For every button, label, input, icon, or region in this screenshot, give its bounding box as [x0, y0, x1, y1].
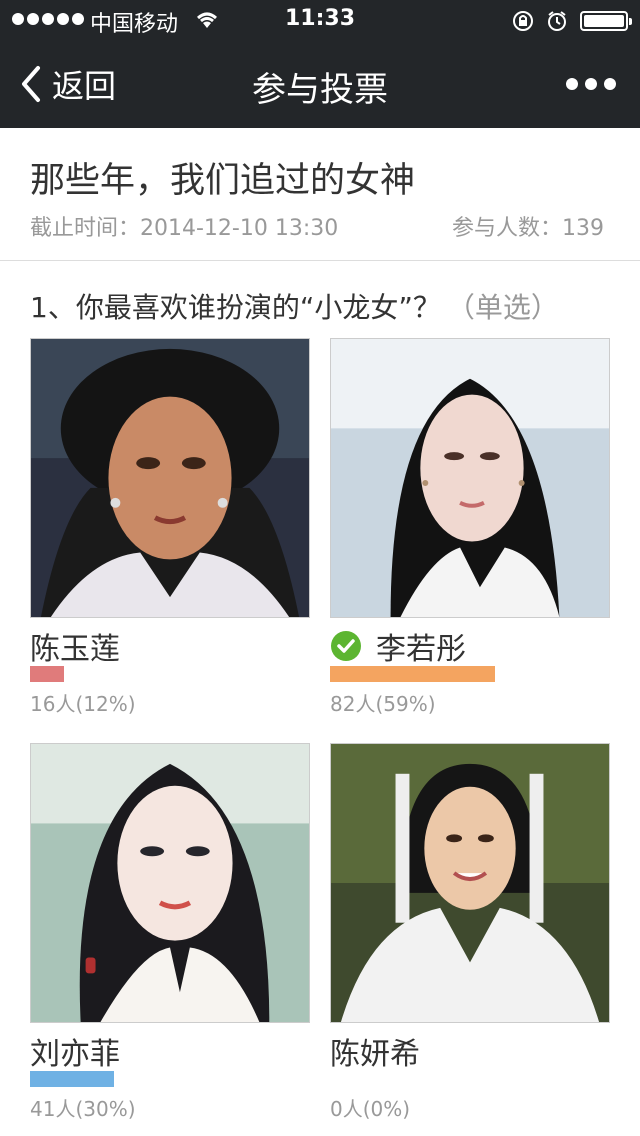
battery-icon — [580, 11, 632, 31]
option-label: 陈玉莲 — [30, 624, 120, 668]
more-icon-dot — [585, 78, 597, 90]
option-label: 陈妍希 — [330, 1029, 420, 1073]
page-title: 参与投票 — [252, 70, 388, 110]
portrait-image — [331, 744, 609, 1022]
nav-bar: 返回 参与投票 — [0, 40, 640, 128]
option-name: 陈妍希 — [330, 1037, 420, 1072]
more-icon-dot — [604, 78, 616, 90]
top-bar: 中国移动 11:33 返回 参与投票 — [0, 0, 640, 128]
status-time: 11:33 — [284, 6, 356, 31]
check-circle-icon — [331, 631, 361, 661]
option-name: 刘亦菲 — [30, 1037, 120, 1072]
participant-count: 参与人数：139 — [452, 216, 604, 241]
option-photo[interactable] — [330, 743, 610, 1023]
question-title: 1、你最喜欢谁扮演的“小龙女”？ （单选） — [30, 286, 559, 326]
result-bar — [30, 1071, 114, 1087]
option-photo[interactable] — [330, 338, 610, 618]
vote-title: 那些年，我们追过的女神 — [30, 161, 416, 201]
question-type: （单选） — [446, 291, 559, 324]
result-bar — [30, 666, 64, 682]
portrait-image — [31, 744, 309, 1022]
option-photo[interactable] — [30, 743, 310, 1023]
more-options-button[interactable] — [566, 76, 616, 92]
result-text: 0人(0%) — [330, 1097, 411, 1121]
portrait-image — [331, 339, 609, 617]
more-icon-dot — [566, 78, 578, 90]
divider — [0, 260, 640, 261]
question-text: 1、你最喜欢谁扮演的“小龙女”？ — [30, 291, 441, 324]
option-label: 李若彤 — [330, 624, 466, 668]
option-name: 陈玉莲 — [30, 632, 120, 667]
portrait-image — [31, 339, 309, 617]
option-photo[interactable] — [30, 338, 310, 618]
result-text: 41人(30%) — [30, 1097, 136, 1121]
result-bar — [330, 666, 496, 682]
alarm-icon — [548, 11, 566, 31]
option-label: 刘亦菲 — [30, 1029, 120, 1073]
result-text: 16人(12%) — [30, 692, 136, 716]
status-bar: 中国移动 11:33 — [0, 0, 640, 40]
option-name: 李若彤 — [376, 632, 466, 667]
rotation-lock-icon — [513, 11, 533, 31]
result-text: 82人(59%) — [330, 692, 436, 716]
deadline-text: 截止时间：2014-12-10 13:30 — [30, 216, 339, 241]
